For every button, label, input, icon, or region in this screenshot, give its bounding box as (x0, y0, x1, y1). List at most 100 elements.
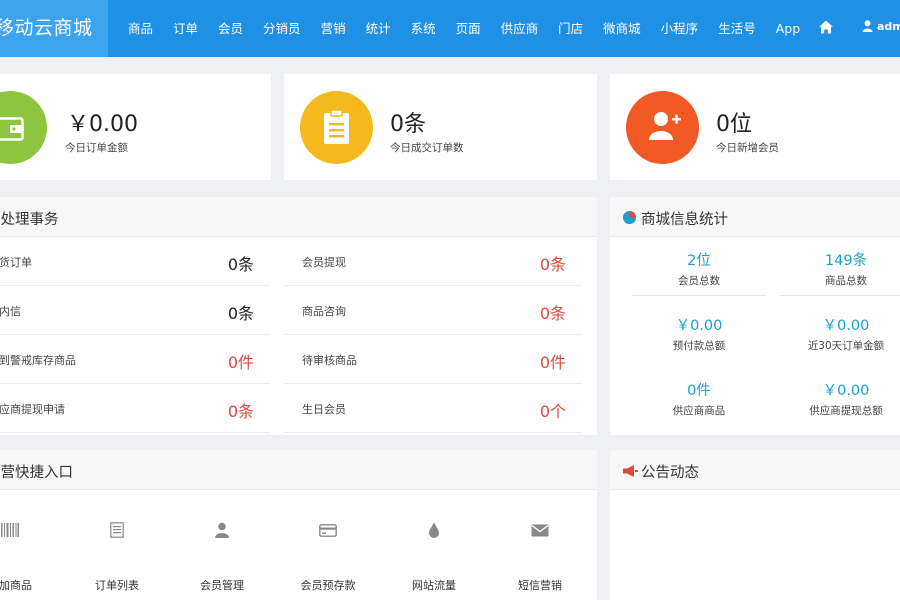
nav-item[interactable]: 小程序 (651, 0, 709, 57)
nav-item[interactable]: App (766, 0, 810, 57)
task-label: 站内信 (0, 305, 21, 318)
megaphone-icon (623, 465, 638, 477)
info-stat: ￥0.00 预付款总额 (632, 314, 766, 353)
panel-title: 运营快捷入口 (0, 465, 73, 481)
stat-label: 今日新增会员 (716, 142, 779, 154)
panel-header: 公告动态 (610, 450, 900, 490)
task-label: 发货订单 (0, 256, 32, 269)
info-value[interactable]: ￥0.00 (779, 314, 900, 334)
panel-header: 待处理事务 (0, 197, 597, 237)
quick-entry-label[interactable]: 网站流量 (384, 577, 484, 593)
user-name: adm (877, 20, 900, 33)
pie-chart-icon (622, 210, 637, 225)
info-value[interactable]: 0件 (632, 379, 766, 399)
mail-icon[interactable] (490, 520, 590, 540)
top-navbar: 移动云商城 商品 订单 会员 分销员 营销 统计 系统 页面 供应商 门店 微商城 小程序 生活号 App… (0, 0, 900, 57)
task-row[interactable]: 站内信 0条 (0, 287, 270, 335)
mall-info-panel: 商城信息统计 2位会员总数 149条商品总数 ￥0.00 预付款总额 ￥0.00 近30天… (610, 197, 900, 435)
notice-panel: 公告动态 (610, 450, 900, 600)
nav-item[interactable]: 统计 (356, 0, 401, 57)
nav-item[interactable]: 系统 (401, 0, 446, 57)
clipboard-icon (324, 109, 349, 144)
task-count[interactable]: 0个 (540, 398, 566, 422)
info-stat: ￥0.00 供应商提现总额 (779, 379, 900, 418)
brand-logo[interactable]: 移动云商城 (0, 0, 108, 57)
task-row[interactable]: 待审核商品 0件 (284, 336, 582, 384)
nav-item[interactable]: 订单 (163, 0, 208, 57)
task-row[interactable]: 会员提现 0条 (284, 238, 582, 286)
task-label: 供应商提现申请 (0, 403, 65, 416)
user-icon (862, 20, 873, 32)
info-label: 近30天订单金额 (807, 340, 885, 352)
task-count[interactable]: 0件 (540, 349, 566, 373)
info-label: 供应商提现总额 (809, 405, 883, 417)
quick-entry-label[interactable]: 会员管理 (172, 577, 272, 593)
user-menu[interactable]: adm (862, 20, 900, 33)
task-label: 商品咨询 (302, 305, 346, 318)
barcode-icon[interactable] (0, 520, 60, 540)
task-row[interactable]: 生日会员 0个 (284, 385, 582, 433)
stat-card-new-members: 0位 今日新增会员 (610, 74, 900, 180)
task-count[interactable]: 0条 (228, 398, 254, 422)
info-value[interactable]: 149条 (779, 249, 900, 269)
info-value[interactable]: 2位 (632, 249, 766, 269)
card-icon[interactable] (278, 520, 378, 540)
stat-label: 今日成交订单数 (390, 142, 464, 154)
stat-card-order-count: 0条 今日成交订单数 (284, 74, 597, 180)
person-icon[interactable] (172, 520, 272, 540)
info-stat: 0件供应商商品 (632, 379, 766, 418)
stat-value: ￥0.00 (67, 112, 138, 137)
panel-header: 商城信息统计 (610, 197, 900, 237)
panel-title: 待处理事务 (0, 212, 59, 228)
task-label: 会员提现 (302, 256, 346, 269)
info-label: 商品总数 (825, 275, 867, 287)
list-icon[interactable] (67, 520, 167, 540)
info-value[interactable]: ￥0.00 (779, 379, 900, 399)
task-count[interactable]: 0条 (540, 300, 566, 324)
main-nav: 商品 订单 会员 分销员 营销 统计 系统 页面 供应商 门店 微商城 小程序 生活号 App (118, 0, 810, 57)
task-label: 待审核商品 (302, 354, 357, 367)
nav-item[interactable]: 页面 (446, 0, 491, 57)
nav-item[interactable]: 微商城 (593, 0, 651, 57)
info-value[interactable]: ￥0.00 (632, 314, 766, 334)
nav-item[interactable]: 营销 (311, 0, 356, 57)
nav-item[interactable]: 生活号 (708, 0, 766, 57)
quick-entry-label[interactable]: 短信营销 (490, 577, 590, 593)
panel-title: 商城信息统计 (641, 212, 728, 228)
nav-item[interactable]: 分销员 (253, 0, 311, 57)
add-user-icon (649, 112, 681, 140)
task-label: 达到警戒库存商品 (0, 354, 76, 367)
quick-entry-label[interactable]: 会员预存款 (278, 577, 378, 593)
task-label: 生日会员 (302, 403, 346, 416)
stat-label: 今日订单金额 (65, 142, 128, 154)
task-count[interactable]: 0条 (228, 300, 254, 324)
panel-title: 公告动态 (641, 465, 699, 481)
task-row[interactable]: 供应商提现申请 0条 (0, 385, 270, 433)
info-label: 供应商商品 (672, 405, 726, 417)
stat-value: 0条 (390, 112, 426, 137)
drop-icon[interactable] (384, 520, 484, 540)
info-stat: ￥0.00 近30天订单金额 (779, 314, 900, 353)
pending-tasks-panel: 待处理事务 发货订单0条站内信0条达到警戒库存商品0件供应商提现申请0条会员提现… (0, 197, 597, 435)
task-count[interactable]: 0条 (228, 251, 254, 275)
task-row[interactable]: 商品咨询 0条 (284, 287, 582, 335)
home-icon[interactable] (818, 19, 836, 37)
quick-entry-label[interactable]: 订单列表 (67, 577, 167, 593)
nav-item[interactable]: 供应商 (491, 0, 549, 57)
info-label: 预付款总额 (672, 340, 726, 352)
info-stat: 2位会员总数 (632, 249, 766, 288)
wallet-icon (0, 117, 24, 141)
divider (632, 295, 766, 296)
task-row[interactable]: 达到警戒库存商品 0件 (0, 336, 270, 384)
info-stat: 149条商品总数 (779, 249, 900, 288)
task-count[interactable]: 0件 (228, 349, 254, 373)
quick-entry-label[interactable]: 添加商品 (0, 577, 60, 593)
panel-header: 运营快捷入口 (0, 450, 597, 490)
task-count[interactable]: 0条 (540, 251, 566, 275)
task-row[interactable]: 发货订单 0条 (0, 238, 270, 286)
info-label: 会员总数 (678, 275, 720, 287)
divider (779, 295, 900, 296)
nav-item[interactable]: 门店 (548, 0, 593, 57)
nav-item[interactable]: 会员 (208, 0, 253, 57)
nav-item[interactable]: 商品 (118, 0, 163, 57)
